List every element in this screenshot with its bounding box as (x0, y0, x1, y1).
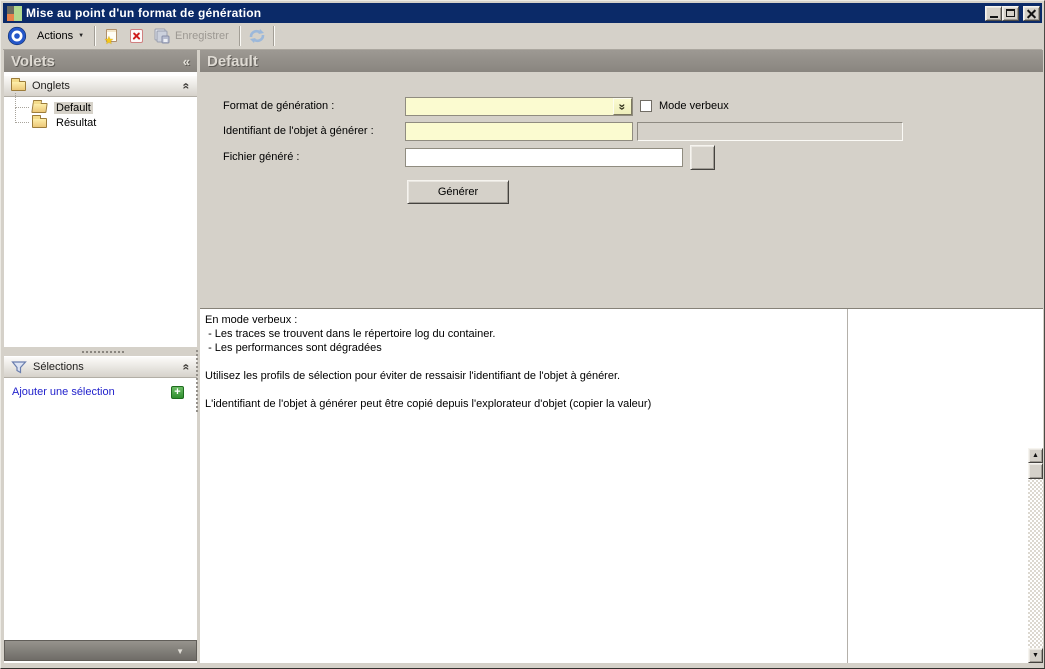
volets-panel-header: Volets « (4, 50, 197, 72)
mode-verbeux-label[interactable]: Mode verbeux (659, 97, 729, 116)
selections-title: Sélections (33, 361, 84, 373)
save-label: Enregistrer (175, 30, 229, 42)
identifiant-label: Identifiant de l'objet à générer : (223, 125, 374, 137)
scroll-down-icon: ▼ (1032, 652, 1039, 659)
scroll-up-icon: ▲ (1032, 452, 1039, 459)
tree-item-default[interactable]: Default (4, 93, 197, 115)
collapse-group-icon[interactable]: « (180, 364, 194, 371)
new-document-icon: ★ (104, 28, 119, 46)
selections-group-header[interactable]: Sélections « (4, 356, 197, 378)
delete-icon (129, 28, 144, 44)
sidebar-horizontal-splitter[interactable] (4, 347, 197, 356)
titlebar[interactable]: Mise au point d'un format de génération (3, 3, 1042, 23)
identifiant-readonly-field (637, 122, 903, 141)
identifiant-input[interactable] (405, 122, 633, 141)
help-line: En mode verbeux : (205, 314, 298, 326)
tree-item-resultat[interactable]: Résultat (4, 108, 197, 130)
toolbar: Actions ▼ ★ Enregistrer (3, 23, 1042, 50)
minimize-icon (989, 16, 998, 18)
panel-divider (847, 309, 848, 663)
panel-title: Default (207, 52, 258, 70)
mode-verbeux-checkbox[interactable] (640, 100, 652, 112)
app-icon (7, 5, 22, 21)
save-icon (154, 28, 170, 44)
combobox-dropdown-button[interactable]: » (613, 98, 632, 115)
folder-icon (11, 78, 26, 91)
tree-item-label[interactable]: Default (54, 101, 93, 114)
default-panel-header: Default (200, 50, 1043, 72)
expand-down-icon: ▼ (176, 647, 184, 656)
onglets-title: Onglets (32, 80, 70, 92)
form-area: Format de génération : » Mode verbeux Id… (200, 72, 1043, 308)
add-selection-button[interactable]: + (171, 386, 184, 399)
collapse-group-icon[interactable]: « (180, 83, 194, 90)
format-combobox-input[interactable] (406, 98, 613, 115)
fichier-input[interactable] (405, 148, 683, 167)
help-line: - Les performances sont dégradées (205, 342, 382, 354)
filter-icon (11, 359, 27, 375)
add-selection-link[interactable]: Ajouter une sélection (12, 386, 115, 398)
format-combobox[interactable]: » (405, 97, 633, 116)
help-line: - Les traces se trouvent dans le réperto… (205, 328, 496, 340)
help-text: En mode verbeux : - Les traces se trouve… (205, 313, 835, 411)
chevron-double-down-icon: » (615, 103, 630, 110)
actions-menu-button[interactable]: Actions ▼ (31, 28, 90, 44)
sidebar: Volets « Onglets « Default Résultat Séle… (4, 50, 197, 663)
scroll-down-button[interactable]: ▼ (1028, 648, 1043, 663)
help-line: L'identifiant de l'objet à générer peut … (205, 398, 652, 410)
new-button[interactable]: ★ (100, 25, 124, 47)
actions-target-icon (7, 26, 27, 46)
sidebar-bottom-bar[interactable]: ▼ (4, 640, 197, 661)
vertical-scrollbar[interactable]: ▲ ▼ (1028, 448, 1043, 663)
minimize-button[interactable] (985, 5, 1002, 21)
generer-button[interactable]: Générer (407, 180, 509, 204)
maximize-icon (1006, 9, 1015, 17)
vertical-splitter[interactable] (196, 350, 199, 412)
fichier-label: Fichier généré : (223, 151, 300, 163)
scroll-up-button[interactable]: ▲ (1028, 448, 1043, 463)
scrollbar-thumb[interactable] (1028, 463, 1043, 479)
onglets-tree: Default Résultat (4, 93, 197, 347)
toolbar-separator (238, 26, 241, 46)
open-folder-icon (31, 102, 48, 113)
save-button[interactable]: Enregistrer (148, 25, 235, 47)
refresh-button[interactable] (245, 25, 269, 47)
browse-button[interactable] (690, 145, 715, 170)
volets-title: Volets (11, 52, 55, 70)
help-line: Utilisez les profils de sélection pour é… (205, 370, 621, 382)
format-label: Format de génération : (223, 100, 335, 112)
splitter-grip (82, 351, 124, 353)
onglets-group-header[interactable]: Onglets « (4, 75, 197, 97)
delete-button[interactable] (124, 25, 148, 47)
selections-body: Ajouter une sélection + (4, 378, 197, 640)
refresh-icon (248, 28, 266, 44)
toolbar-separator (272, 26, 275, 46)
window-title: Mise au point d'un format de génération (26, 6, 262, 20)
close-icon (1026, 8, 1037, 19)
toolbar-separator (94, 26, 97, 46)
caret-down-icon: ▼ (78, 33, 85, 39)
window-controls (985, 5, 1040, 21)
app-window: Mise au point d'un format de génération … (0, 0, 1045, 669)
close-button[interactable] (1023, 5, 1040, 21)
tree-item-label[interactable]: Résultat (54, 117, 98, 129)
maximize-button[interactable] (1002, 5, 1019, 21)
help-panel: En mode verbeux : - Les traces se trouve… (200, 308, 1043, 663)
actions-label: Actions (37, 30, 74, 42)
collapse-sidebar-icon[interactable]: « (183, 54, 190, 69)
plus-icon: + (174, 386, 181, 398)
folder-icon (32, 114, 47, 128)
main-panel: Default Format de génération : » Mode ve… (200, 50, 1043, 663)
